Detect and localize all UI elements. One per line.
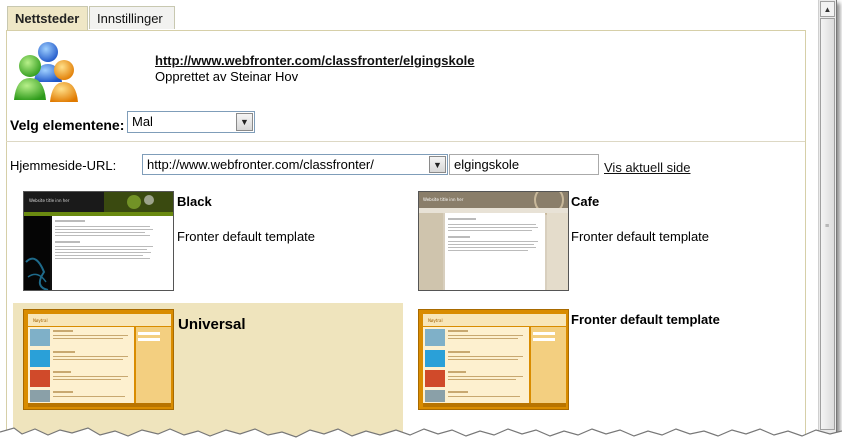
torn-edge bbox=[0, 427, 842, 444]
view-current-page-link[interactable]: Vis aktuell side bbox=[604, 160, 690, 175]
template-thumb-black[interactable]: Website title inn her bbox=[23, 191, 174, 291]
homepage-url-label: Hjemmeside-URL: bbox=[10, 158, 117, 173]
scroll-up-icon[interactable]: ▲ bbox=[820, 1, 835, 17]
universal-preview-image: Nøytral bbox=[24, 310, 173, 409]
browser-window: Nettsteder Innstillinger http://www.webf… bbox=[0, 0, 837, 436]
template-name-universal[interactable]: Universal bbox=[178, 316, 246, 333]
chevron-down-icon[interactable]: ▼ bbox=[429, 156, 446, 173]
users-icon bbox=[14, 42, 78, 102]
template-thumb-cafe[interactable]: Website title inn her bbox=[418, 191, 569, 291]
svg-text:Website title inn her: Website title inn her bbox=[29, 198, 70, 203]
template-name-cafe[interactable]: Cafe bbox=[571, 194, 599, 209]
vertical-scrollbar[interactable]: ▲ ≡ bbox=[818, 0, 836, 436]
template-desc-black: Fronter default template bbox=[177, 229, 316, 244]
grip-icon: ≡ bbox=[825, 223, 830, 230]
tab-innstillinger[interactable]: Innstillinger bbox=[89, 6, 175, 29]
elements-select-value: Mal bbox=[132, 114, 153, 129]
elements-label: Velg elementene: bbox=[10, 117, 125, 133]
created-by-text: Opprettet av Steinar Hov bbox=[155, 69, 299, 84]
chevron-down-icon[interactable]: ▼ bbox=[236, 113, 253, 131]
scrollbar-thumb[interactable]: ≡ bbox=[820, 18, 835, 430]
site-url-link[interactable]: http://www.webfronter.com/classfronter/e… bbox=[155, 53, 475, 68]
template-thumb-universal[interactable]: Nøytral bbox=[23, 309, 174, 410]
cafe-preview-image: Website title inn her bbox=[419, 192, 568, 290]
fronter-default-preview-image: Nøytral bbox=[419, 310, 568, 409]
svg-text:Nøytral: Nøytral bbox=[33, 318, 48, 323]
template-thumb-fronter-default[interactable]: Nøytral bbox=[418, 309, 569, 410]
black-preview-image: Website title inn her bbox=[24, 192, 173, 290]
base-url-select[interactable]: http://www.webfronter.com/classfronter/ … bbox=[142, 154, 448, 175]
template-name-fronter-default[interactable]: Fronter default template bbox=[571, 312, 720, 327]
template-desc-cafe: Fronter default template bbox=[571, 229, 710, 244]
elements-select[interactable]: Mal ▼ bbox=[127, 111, 255, 133]
divider bbox=[6, 141, 805, 142]
template-name-black[interactable]: Black bbox=[177, 194, 212, 209]
base-url-value: http://www.webfronter.com/classfronter/ bbox=[147, 157, 374, 172]
svg-text:Website title inn her: Website title inn her bbox=[423, 197, 464, 202]
tab-nettsteder[interactable]: Nettsteder bbox=[7, 6, 88, 31]
svg-text:Nøytral: Nøytral bbox=[428, 318, 443, 323]
slug-input[interactable] bbox=[449, 154, 599, 175]
